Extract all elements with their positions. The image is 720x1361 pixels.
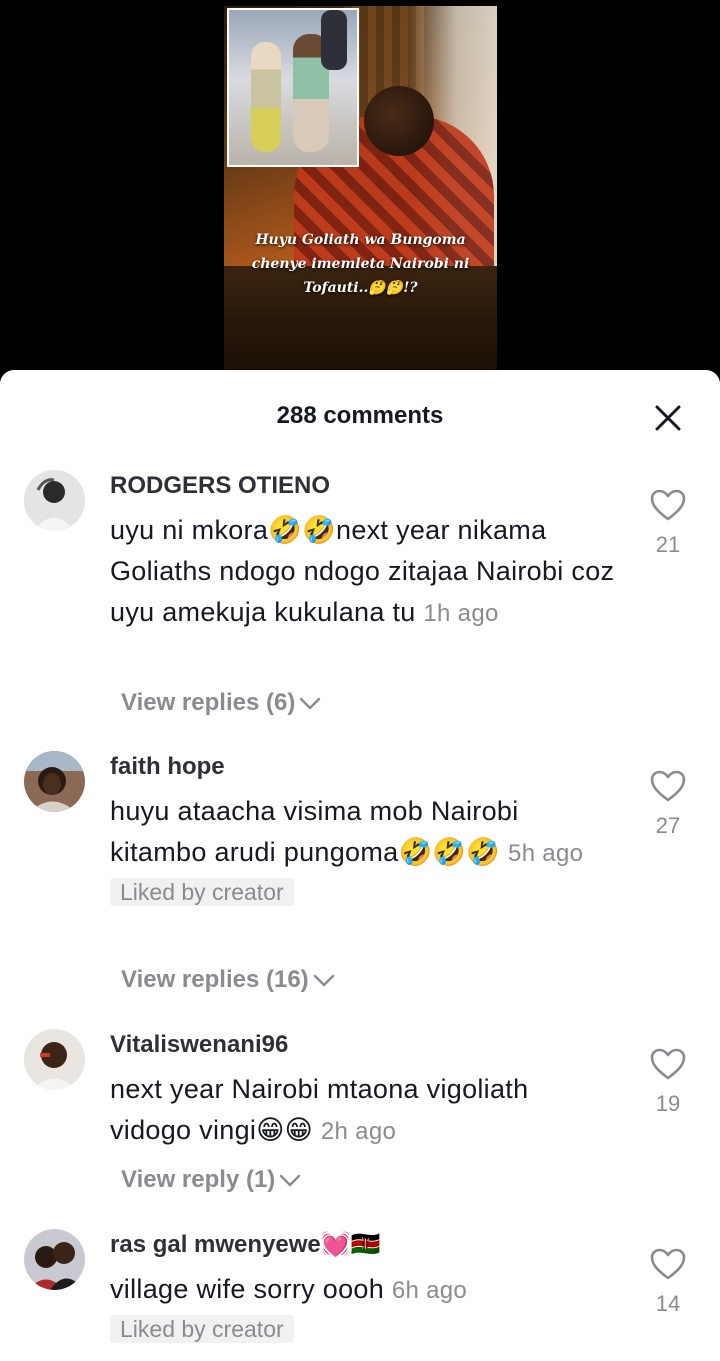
comment-text: uyu ni mkora🤣🤣next year nikama Goliaths … — [110, 510, 615, 634]
comment-body: RODGERS OTIENO uyu ni mkora🤣🤣next year n… — [110, 470, 615, 634]
avatar[interactable] — [24, 470, 85, 531]
video-frame[interactable]: Huyu Goliath wa Bungoma chenye imemleta … — [224, 6, 497, 372]
view-replies-button[interactable]: View replies (6) — [121, 688, 321, 718]
chevron-down-icon — [280, 1174, 301, 1186]
comment-timestamp: 1h ago — [423, 600, 499, 627]
comment-text: next year Nairobi mtaona vigoliath vidog… — [110, 1069, 615, 1152]
inset-figure — [251, 42, 281, 152]
like-count: 14 — [655, 1291, 681, 1316]
avatar[interactable] — [24, 751, 85, 812]
liked-by-creator-badge: Liked by creator — [110, 1315, 294, 1343]
comment-text-content: next year Nairobi mtaona vigoliath vidog… — [110, 1074, 529, 1145]
close-icon — [655, 405, 681, 431]
comment-timestamp: 2h ago — [320, 1118, 397, 1145]
heart-icon[interactable] — [649, 1247, 687, 1281]
view-replies-label: View reply (1) — [121, 1166, 276, 1193]
video-caption-line: Tofauti..🤔🤔!? — [303, 280, 418, 296]
comment-body: faith hope huyu ataacha visima mob Nairo… — [110, 751, 615, 906]
sheet-header: 288 comments — [0, 398, 720, 434]
like-column: 21 — [644, 488, 692, 559]
comment-text-content: village wife sorry oooh — [110, 1274, 385, 1304]
video-inset-photo — [227, 8, 359, 167]
view-replies-label: View replies (16) — [121, 966, 309, 993]
chevron-down-icon — [313, 974, 334, 986]
comment-username[interactable]: faith hope — [110, 751, 615, 783]
comment-body: Vitaliswenani96 next year Nairobi mtaona… — [110, 1029, 615, 1152]
like-column: 27 — [644, 769, 692, 840]
avatar[interactable] — [24, 1229, 85, 1290]
video-player[interactable]: Huyu Goliath wa Bungoma chenye imemleta … — [0, 0, 720, 372]
like-column: 19 — [644, 1047, 692, 1118]
heart-icon[interactable] — [649, 769, 687, 803]
view-replies-button[interactable]: View reply (1) — [121, 1165, 301, 1195]
avatar[interactable] — [24, 1029, 85, 1090]
video-caption-line: Huyu Goliath wa Bungoma — [255, 232, 466, 248]
close-button[interactable] — [648, 398, 688, 438]
comment-count-title: 288 comments — [276, 402, 444, 429]
like-column: 14 — [644, 1247, 692, 1318]
comment-timestamp: 5h ago — [508, 840, 584, 867]
comment-text: huyu ataacha visima mob Nairobi kitambo … — [110, 791, 615, 874]
like-count: 27 — [655, 813, 681, 838]
view-replies-label: View replies (6) — [121, 689, 296, 716]
comment-username[interactable]: Vitaliswenani96 — [110, 1029, 615, 1061]
comment-text: village wife sorry oooh 6h ago — [110, 1269, 615, 1311]
comment-text-content: uyu ni mkora🤣🤣next year nikama Goliaths … — [110, 515, 615, 627]
comment-username[interactable]: ras gal mwenyewe💓🇰🇪 — [110, 1229, 615, 1261]
heart-icon[interactable] — [649, 488, 687, 522]
view-replies-button[interactable]: View replies (16) — [121, 965, 335, 995]
comments-sheet: 288 comments RODGERS OTIENO uyu ni mkora… — [0, 370, 720, 1361]
comment-body: ras gal mwenyewe💓🇰🇪 village wife sorry o… — [110, 1229, 615, 1343]
comment-username[interactable]: RODGERS OTIENO — [110, 470, 615, 502]
comment-text-content: huyu ataacha visima mob Nairobi kitambo … — [110, 796, 519, 867]
comment-timestamp: 6h ago — [391, 1277, 468, 1304]
video-caption-line: chenye imemleta Nairobi ni — [251, 256, 470, 272]
video-person-head — [364, 86, 434, 156]
chevron-down-icon — [300, 697, 321, 709]
like-count: 21 — [655, 532, 681, 557]
video-caption: Huyu Goliath wa Bungoma chenye imemleta … — [224, 228, 497, 300]
inset-figure — [321, 10, 347, 70]
like-count: 19 — [655, 1091, 681, 1116]
liked-by-creator-badge: Liked by creator — [110, 878, 294, 906]
heart-icon[interactable] — [649, 1047, 687, 1081]
